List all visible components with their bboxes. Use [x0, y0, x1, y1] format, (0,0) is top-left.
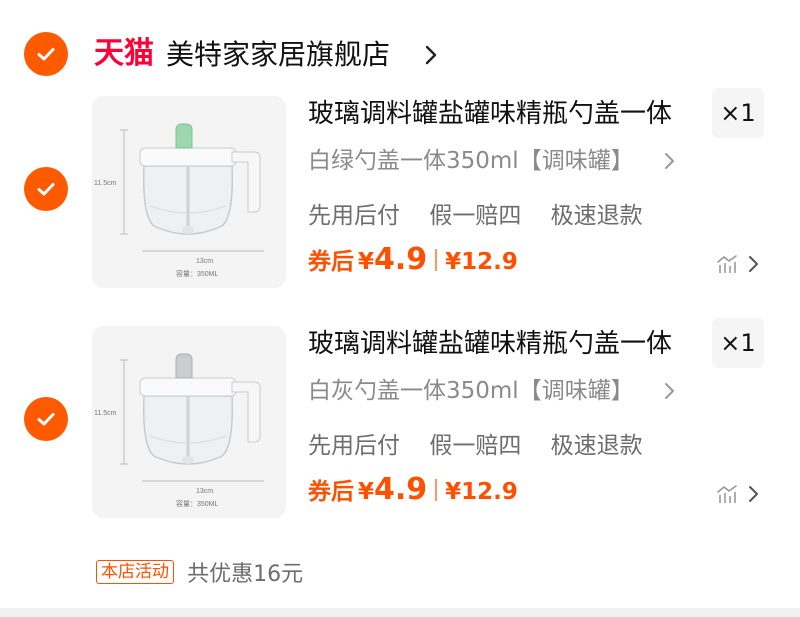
chevron-right-icon[interactable]: [748, 254, 760, 274]
jar-illustration: 11.5cm 13cm 容量：350ML: [92, 326, 286, 518]
quantity-badge[interactable]: ×1: [712, 88, 764, 138]
price-divider: [435, 249, 438, 271]
check-icon: [37, 183, 55, 196]
item-select-checkbox[interactable]: [24, 167, 68, 211]
product-title[interactable]: 玻璃调料罐盐罐味精瓶勺盖一体: [308, 96, 672, 132]
store-promo[interactable]: 本店活动 共优惠16元: [96, 556, 303, 587]
product-image[interactable]: 11.5cm 13cm 容量：350ML: [92, 326, 286, 518]
product-image[interactable]: 11.5cm 13cm 容量：350ML: [92, 96, 286, 288]
sku-spec[interactable]: 白绿勺盖一体350ml【调味罐】: [308, 146, 634, 176]
cart-item: 11.5cm 13cm 容量：350ML 玻璃调料罐盐罐味精瓶勺盖一体 ×1 白…: [0, 318, 800, 536]
service-tag: 极速退款: [550, 433, 643, 459]
promo-badge: 本店活动: [96, 560, 174, 584]
service-tag: 假一赔四: [429, 433, 522, 459]
coupon-price: 4.9: [374, 472, 428, 507]
chevron-right-icon[interactable]: [748, 484, 760, 504]
store-name-link[interactable]: 美特家家居旗舰店: [166, 37, 390, 73]
service-tag: 先用后付: [308, 433, 400, 459]
currency-symbol: ¥: [358, 249, 375, 275]
original-price: ¥12.9: [445, 479, 518, 505]
product-title[interactable]: 玻璃调料罐盐罐味精瓶勺盖一体: [308, 326, 672, 362]
price-trend-icon[interactable]: [716, 254, 740, 274]
height-label: 11.5cm: [94, 410, 117, 417]
service-tag: 假一赔四: [429, 203, 522, 229]
item-select-checkbox[interactable]: [24, 397, 68, 441]
coupon-price: 4.9: [374, 242, 428, 277]
capacity-label: 容量：350ML: [176, 269, 219, 278]
capacity-label: 容量：350ML: [176, 499, 219, 508]
quantity-badge[interactable]: ×1: [712, 318, 764, 368]
cart-item: 11.5cm 13cm 容量：350ML 玻璃调料罐盐罐味精瓶勺盖一体 ×1 白…: [0, 88, 800, 306]
width-label: 13cm: [196, 488, 213, 495]
store-select-checkbox[interactable]: [24, 32, 68, 76]
height-label: 11.5cm: [94, 180, 117, 187]
check-icon: [37, 48, 55, 61]
promo-text: 共优惠16元: [187, 562, 304, 587]
service-tag: 极速退款: [550, 203, 643, 229]
service-tags: 先用后付 假一赔四 极速退款: [308, 196, 665, 229]
service-tag: 先用后付: [308, 203, 400, 229]
store-header: 天猫 美特家家居旗舰店: [0, 24, 800, 84]
price-row: 券后 ¥4.9 ¥12.9: [308, 472, 518, 516]
price-divider: [435, 479, 438, 501]
original-price: ¥12.9: [445, 249, 518, 275]
currency-symbol: ¥: [358, 479, 375, 505]
check-icon: [37, 413, 55, 426]
jar-illustration: 11.5cm 13cm 容量：350ML: [92, 96, 286, 288]
chevron-right-icon[interactable]: [664, 151, 676, 171]
chevron-right-icon[interactable]: [424, 44, 438, 66]
price-row: 券后 ¥4.9 ¥12.9: [308, 242, 518, 286]
sku-spec[interactable]: 白灰勺盖一体350ml【调味罐】: [308, 376, 634, 406]
coupon-price-label: 券后: [308, 479, 354, 505]
price-trend-icon[interactable]: [716, 484, 740, 504]
service-tags: 先用后付 假一赔四 极速退款: [308, 426, 665, 459]
tmall-logo: 天猫: [94, 36, 154, 71]
width-label: 13cm: [196, 258, 213, 265]
chevron-right-icon[interactable]: [664, 381, 676, 401]
section-divider: [0, 608, 800, 617]
coupon-price-label: 券后: [308, 249, 354, 275]
